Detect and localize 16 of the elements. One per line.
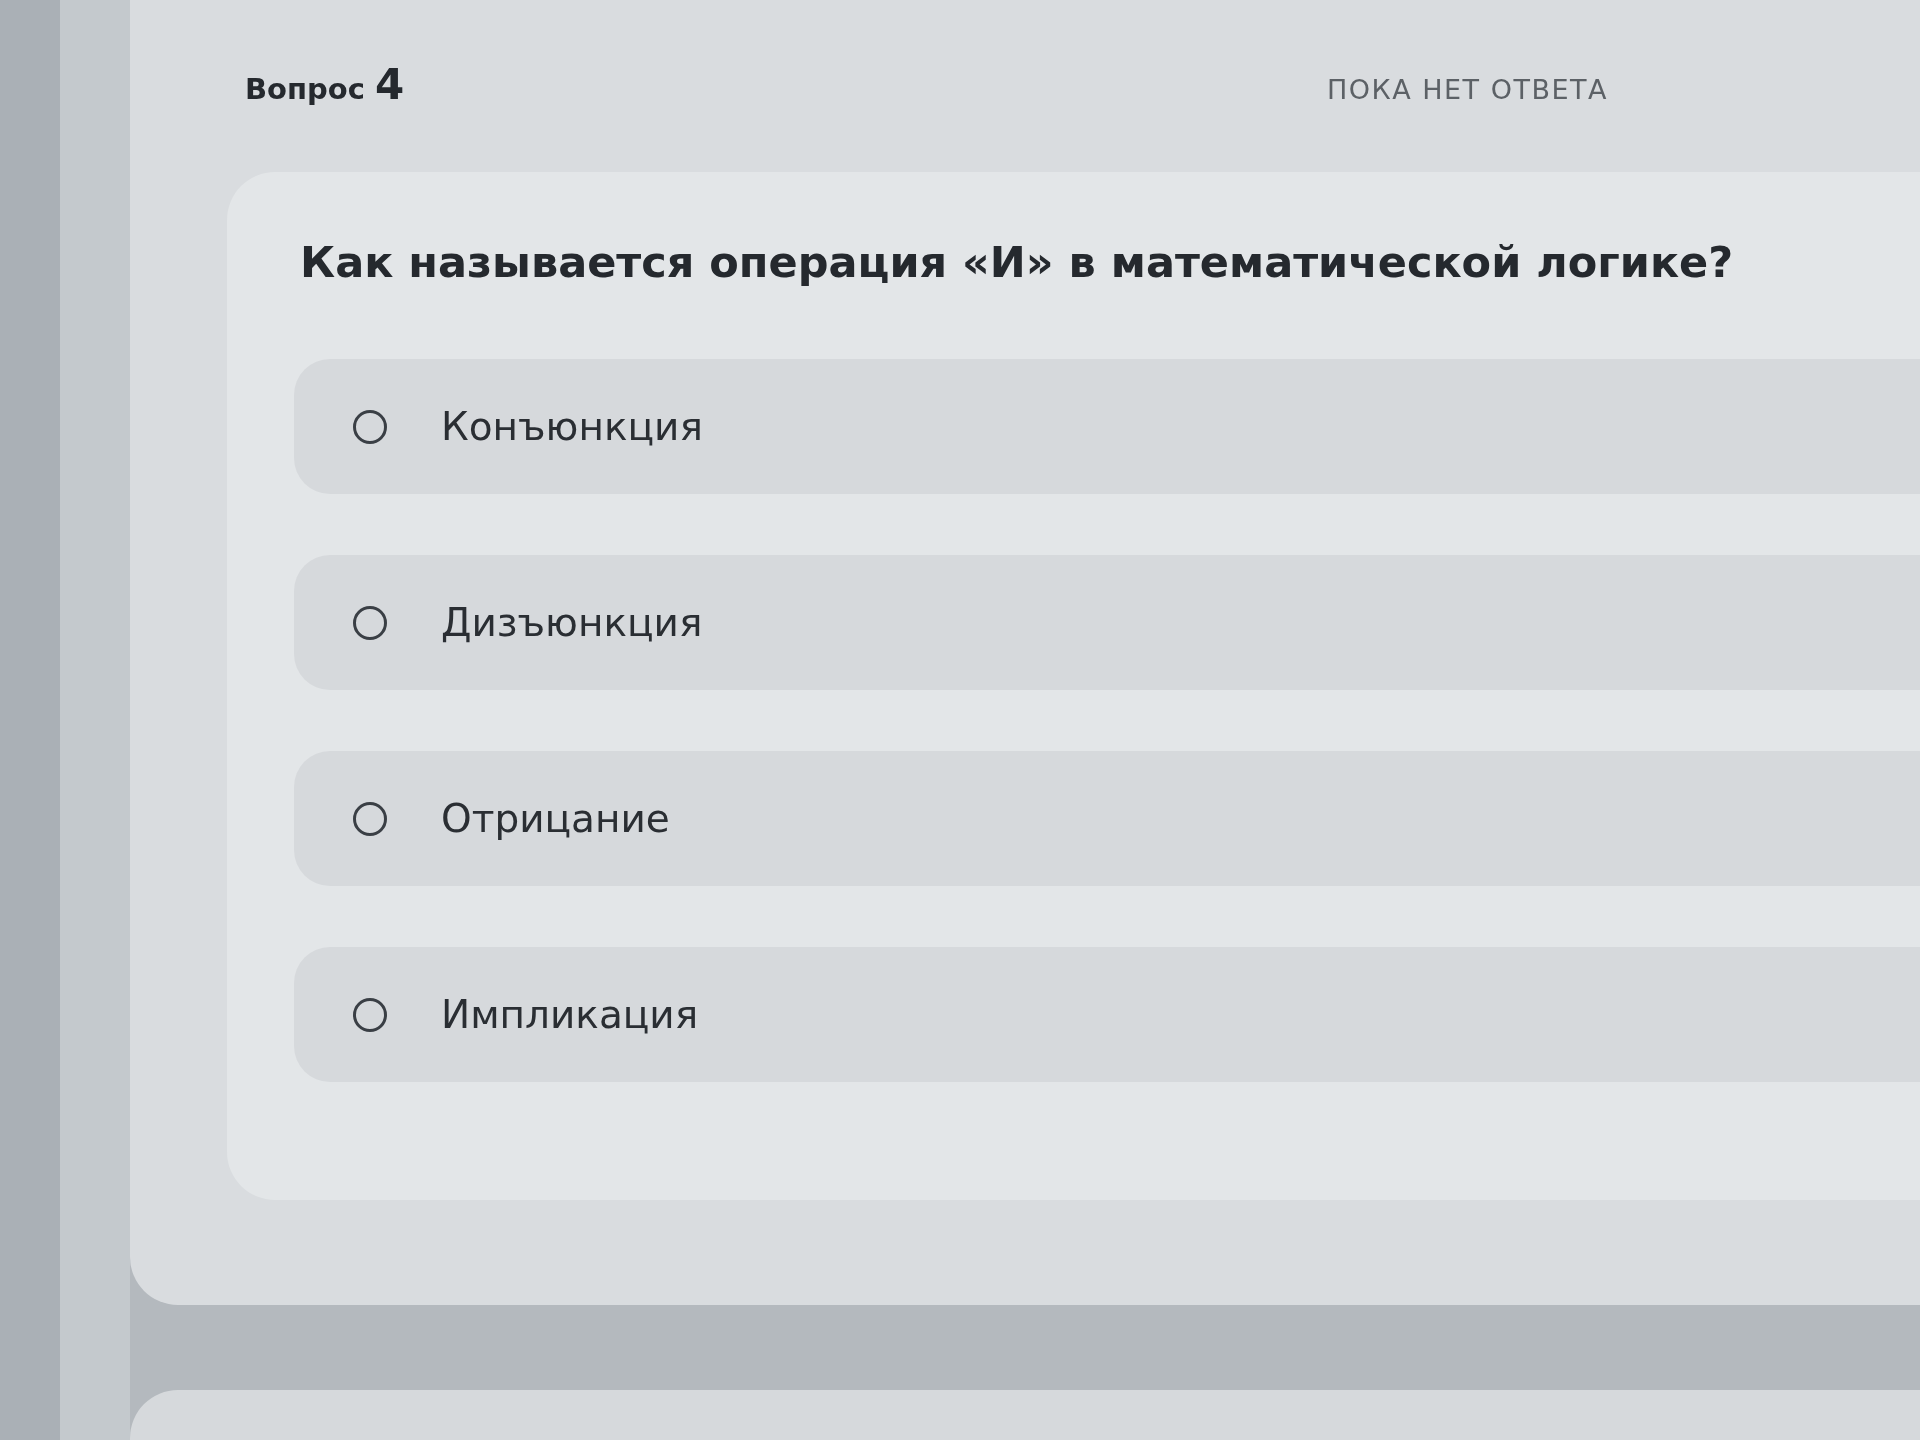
question-label: Вопрос xyxy=(245,72,365,106)
radio-icon[interactable] xyxy=(353,801,387,836)
radio-icon[interactable] xyxy=(353,997,387,1032)
question-text: Как называется операция «И» в математической логике? xyxy=(299,236,1735,289)
radio-icon[interactable] xyxy=(353,409,387,444)
option-label: Дизъюнкция xyxy=(441,600,703,645)
answer-status: ПОКА НЕТ ОТВЕТА xyxy=(1327,74,1608,105)
option-label: Отрицание xyxy=(441,796,670,841)
answer-option[interactable]: Импликация xyxy=(294,947,1920,1082)
option-label: Конъюнкция xyxy=(441,404,703,449)
question-number: 4 xyxy=(374,60,405,109)
answer-option[interactable]: Отрицание xyxy=(294,751,1920,886)
answer-option[interactable]: Дизъюнкция xyxy=(294,555,1920,690)
answer-option[interactable]: Конъюнкция xyxy=(294,359,1920,494)
option-label: Импликация xyxy=(441,992,699,1037)
radio-icon[interactable] xyxy=(353,605,387,640)
